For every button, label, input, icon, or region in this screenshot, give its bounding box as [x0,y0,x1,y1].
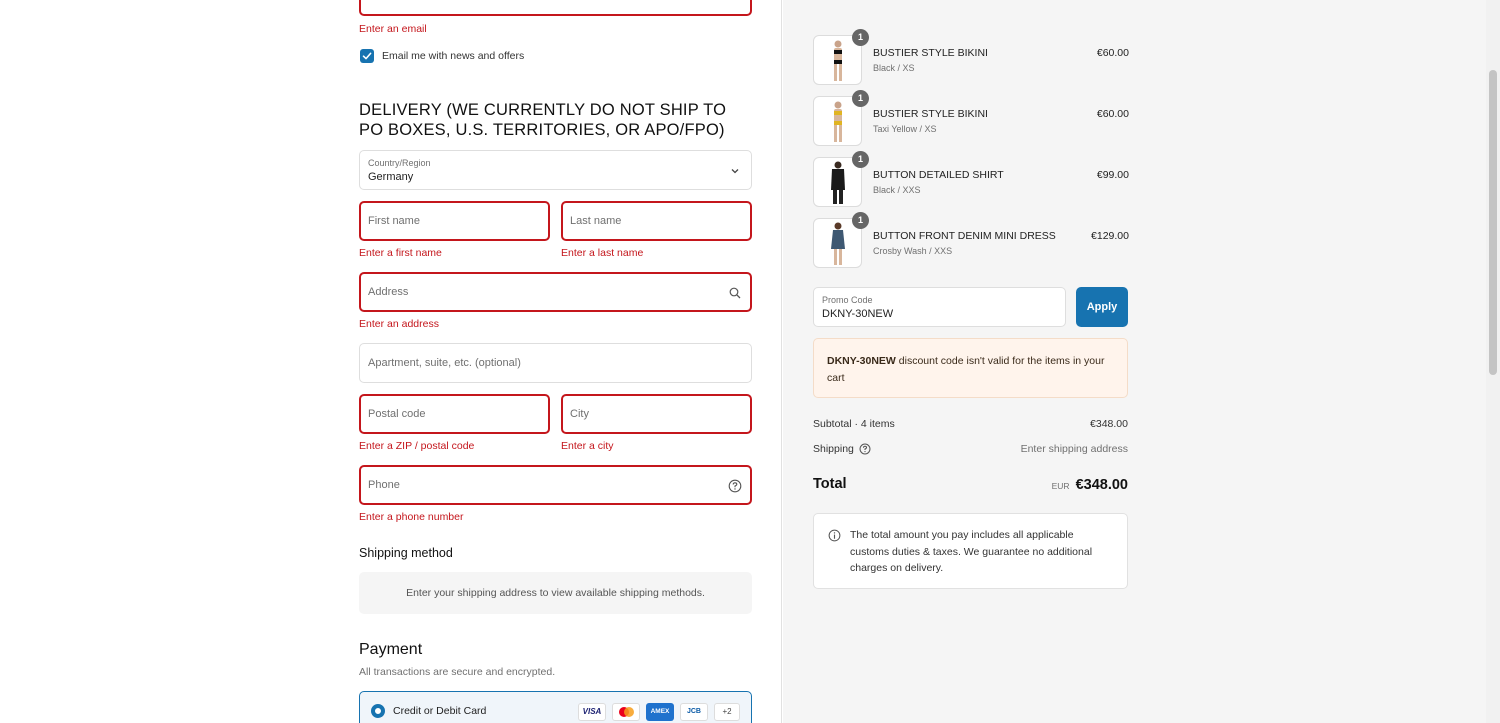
last-name-field[interactable]: Last name [561,201,752,241]
promo-code-input[interactable]: Promo Code DKNY-30NEW [813,287,1066,327]
mastercard-icon [612,703,640,721]
first-name-placeholder: First name [368,215,420,227]
product-thumbnail: 1 [813,151,869,207]
total-currency: EUR [1051,481,1070,491]
apartment-placeholder: Apartment, suite, etc. (optional) [368,357,521,369]
apply-button[interactable]: Apply [1076,287,1128,327]
shipping-method-message: Enter your shipping address to view avai… [359,572,752,614]
last-name-error: Enter a last name [561,247,644,259]
shipping-label: Shipping [813,443,854,455]
shipping-value: Enter shipping address [1020,443,1128,455]
first-name-error: Enter a first name [359,247,442,259]
item-variant: Black / XXS [873,185,921,195]
city-field[interactable]: City [561,394,752,434]
info-icon [828,529,841,542]
subtotal-value: €348.00 [1090,418,1128,430]
order-summary-panel: 1 BUSTIER STYLE BIKINI Black / XS €60.00… [783,0,1500,723]
checkout-form-panel: Enter an email Email me with news and of… [0,0,782,723]
email-error: Enter an email [359,23,427,35]
promo-error-banner: DKNY-30NEW discount code isn't valid for… [813,338,1128,398]
shipping-row: Shipping Enter shipping address [813,443,1128,455]
phone-placeholder: Phone [368,479,400,491]
amex-icon: AMEX [646,703,674,721]
last-name-placeholder: Last name [570,215,622,227]
visa-icon: VISA [578,703,606,721]
item-name: BUSTIER STYLE BIKINI [873,108,988,120]
total-value: €348.00 [1075,477,1128,493]
item-name: BUTTON DETAILED SHIRT [873,169,1004,181]
subtotal-row: Subtotal · 4 items €348.00 [813,418,1128,430]
payment-subtitle: All transactions are secure and encrypte… [359,666,556,678]
shipping-method-title: Shipping method [359,546,453,560]
help-icon[interactable] [728,479,742,493]
address-field[interactable]: Address [359,272,752,312]
address-placeholder: Address [368,286,409,298]
subtotal-label: Subtotal · 4 items [813,418,895,430]
country-select[interactable]: Country/Region Germany [359,150,752,190]
item-name: BUTTON FRONT DENIM MINI DRESS [873,230,1056,242]
product-thumbnail: 1 [813,90,869,146]
promo-error-code: DKNY-30NEW [827,355,896,367]
cart-item: 1 BUTTON DETAILED SHIRT Black / XXS €99.… [813,151,1129,207]
item-price: €60.00 [1096,47,1129,59]
total-row: Total EUR €348.00 [813,476,1128,496]
item-variant: Black / XS [873,63,915,73]
postal-code-field[interactable]: Postal code [359,394,550,434]
promo-code-value: DKNY-30NEW [822,308,894,320]
scrollbar[interactable] [1486,0,1500,723]
quantity-badge: 1 [852,90,869,107]
item-price: €129.00 [1091,230,1129,242]
jcb-icon: JCB [680,703,708,721]
email-field[interactable] [359,0,752,16]
apartment-field[interactable]: Apartment, suite, etc. (optional) [359,343,752,383]
postal-code-placeholder: Postal code [368,408,426,420]
search-icon [729,287,741,299]
phone-field[interactable]: Phone [359,465,752,505]
product-thumbnail: 1 [813,29,869,85]
checkout-form: Enter an email Email me with news and of… [359,0,752,723]
chevron-down-icon [731,169,739,174]
total-label: Total [813,476,847,492]
more-cards-badge: +2 [714,703,740,721]
duties-notice: The total amount you pay includes all ap… [813,513,1128,589]
help-icon[interactable] [859,443,871,455]
address-error: Enter an address [359,318,439,330]
country-value: Germany [368,171,414,183]
item-variant: Crosby Wash / XXS [873,246,953,256]
cart-item: 1 BUSTIER STYLE BIKINI Black / XS €60.00 [813,29,1129,85]
newsletter-label: Email me with news and offers [382,50,525,62]
item-price: €60.00 [1096,108,1129,120]
product-thumbnail: 1 [813,212,869,268]
city-error: Enter a city [561,440,614,452]
item-price: €99.00 [1096,169,1129,181]
payment-title: Payment [359,641,423,658]
total-amount: EUR €348.00 [1052,477,1128,493]
city-placeholder: City [570,408,589,420]
payment-option-label: Credit or Debit Card [393,705,487,717]
postal-code-error: Enter a ZIP / postal code [359,440,475,452]
payment-radio[interactable] [371,704,385,718]
item-variant: Taxi Yellow / XS [873,124,937,134]
promo-code-label: Promo Code [822,295,873,305]
payment-option-card[interactable]: Credit or Debit Card VISA AMEX JCB +2 [359,691,752,723]
quantity-badge: 1 [852,29,869,46]
first-name-field[interactable]: First name [359,201,550,241]
phone-error: Enter a phone number [359,511,464,523]
quantity-badge: 1 [852,212,869,229]
scrollbar-thumb[interactable] [1489,70,1497,375]
country-label: Country/Region [368,158,431,168]
cart-item: 1 BUTTON FRONT DENIM MINI DRESS Crosby W… [813,212,1129,268]
quantity-badge: 1 [852,151,869,168]
delivery-title: DELIVERY (WE CURRENTLY DO NOT SHIP TO PO… [359,101,727,139]
item-name: BUSTIER STYLE BIKINI [873,47,988,59]
duties-notice-text: The total amount you pay includes all ap… [850,529,1093,574]
check-icon [362,52,372,60]
cart-item: 1 BUSTIER STYLE BIKINI Taxi Yellow / XS … [813,90,1129,146]
newsletter-checkbox[interactable] [360,49,374,63]
